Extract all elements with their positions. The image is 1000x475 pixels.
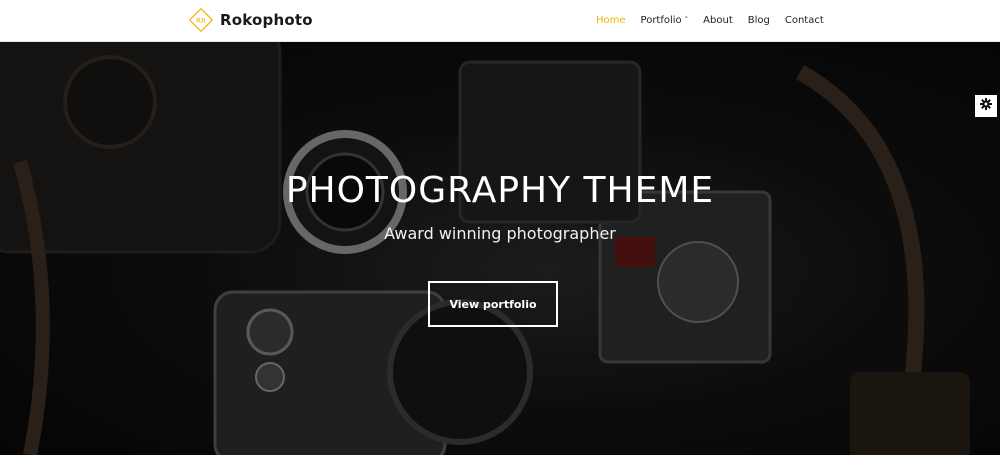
nav-portfolio-label: Portfolio [640, 15, 682, 26]
gear-icon [980, 97, 992, 115]
svg-text:RR: RR [196, 17, 206, 25]
settings-button[interactable] [975, 95, 997, 117]
site-header: RR Rokophoto Home Portfolio ˅ About Blog… [0, 0, 1000, 42]
main-nav: Home Portfolio ˅ About Blog Contact [590, 0, 830, 42]
diamond-logo-icon: RR [188, 7, 214, 33]
page-content-start [0, 455, 1000, 475]
nav-blog[interactable]: Blog [742, 0, 776, 42]
nav-contact[interactable]: Contact [779, 0, 830, 42]
hero-section: PHOTOGRAPHY THEME Award winning photogra… [0, 42, 1000, 455]
nav-portfolio[interactable]: Portfolio ˅ [635, 0, 695, 42]
nav-home[interactable]: Home [590, 0, 632, 42]
hero-subtitle: Award winning photographer [384, 224, 616, 243]
brand-name: Rokophoto [220, 11, 313, 29]
view-portfolio-button[interactable]: View portfolio [428, 281, 558, 327]
hero-title: PHOTOGRAPHY THEME [285, 170, 715, 211]
brand-link[interactable]: RR Rokophoto [188, 6, 313, 34]
nav-about[interactable]: About [697, 0, 739, 42]
hero-overlay [0, 42, 1000, 455]
chevron-down-icon: ˅ [684, 16, 689, 24]
